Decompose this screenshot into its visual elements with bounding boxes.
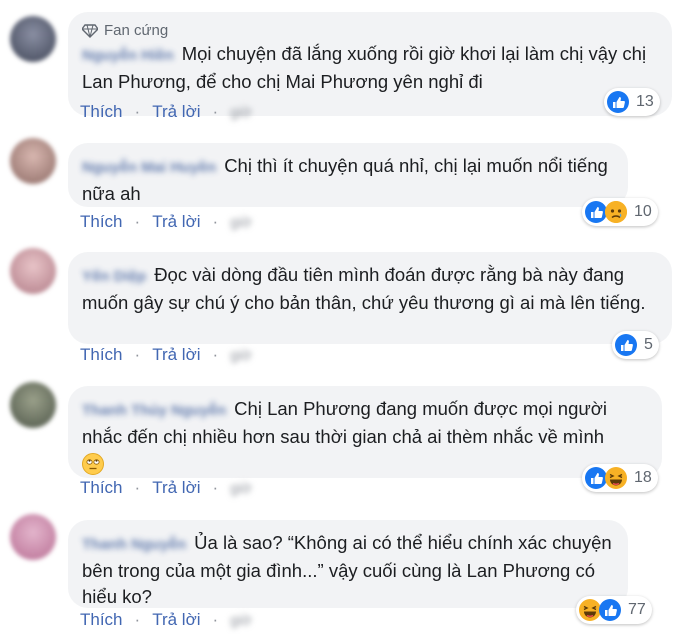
comment-time[interactable]: giờ <box>230 480 252 497</box>
comment-time[interactable]: giờ <box>230 104 252 121</box>
reply-link[interactable]: Trả lời <box>152 345 200 365</box>
like-icon <box>615 334 637 356</box>
comment-actions: Thích · Trả lời · giờ <box>80 478 252 498</box>
comment-bubble: Thanh Nguyễn Ủa là sao? “Không ai có thể … <box>68 520 628 608</box>
comment-actions: Thích · Trả lời · giờ <box>80 610 252 630</box>
like-icon <box>585 467 607 489</box>
comment-bubble: Fan cứng Nguyễn Hiền Mọi chuyện đã lắng x… <box>68 12 672 116</box>
reaction-count: 18 <box>634 469 652 486</box>
avatar[interactable] <box>10 248 56 294</box>
reply-link[interactable]: Trả lời <box>152 212 200 232</box>
reaction-summary[interactable]: 5 <box>612 331 659 359</box>
comment-time[interactable]: giờ <box>230 612 252 629</box>
separator-dot: · <box>212 102 219 121</box>
comment-actions: Thích · Trả lời · giờ <box>80 102 252 122</box>
comment-actions: Thích · Trả lời · giờ <box>80 212 252 232</box>
reply-link[interactable]: Trả lời <box>152 102 200 122</box>
avatar[interactable] <box>10 514 56 560</box>
like-icon <box>585 201 607 223</box>
sad-icon <box>605 201 627 223</box>
rolling-eyes-emoji <box>82 453 104 476</box>
like-link[interactable]: Thích <box>80 102 123 122</box>
like-icon <box>599 599 621 621</box>
reaction-count: 13 <box>636 93 654 110</box>
like-icon <box>607 91 629 113</box>
comment-text: Đọc vài dòng đầu tiên mình đoán được rằn… <box>82 264 646 313</box>
separator-dot: · <box>134 102 141 121</box>
like-link[interactable]: Thích <box>80 610 123 630</box>
separator-dot: · <box>212 610 219 629</box>
avatar[interactable] <box>10 16 56 62</box>
separator-dot: · <box>212 345 219 364</box>
haha-icon <box>605 467 627 489</box>
avatar[interactable] <box>10 138 56 184</box>
reaction-count: 77 <box>628 601 646 618</box>
comment-bubble: Nguyễn Mai Huyền Chị thì ít chuyện quá nh… <box>68 143 628 207</box>
commenter-name[interactable]: Yến Diệp <box>82 264 146 290</box>
reply-link[interactable]: Trả lời <box>152 478 200 498</box>
comment-bubble: Yến Diệp Đọc vài dòng đầu tiên mình đoán … <box>68 252 672 344</box>
separator-dot: · <box>134 478 141 497</box>
comment-time[interactable]: giờ <box>230 347 252 364</box>
reaction-summary[interactable]: 18 <box>582 464 658 492</box>
like-link[interactable]: Thích <box>80 345 123 365</box>
reaction-summary[interactable]: 13 <box>604 88 660 116</box>
like-link[interactable]: Thích <box>80 212 123 232</box>
commenter-name[interactable]: Nguyễn Mai Huyền <box>82 155 216 181</box>
commenter-name[interactable]: Nguyễn Hiền <box>82 43 174 69</box>
fan-badge: Fan cứng <box>82 22 658 39</box>
reaction-count: 10 <box>634 203 652 220</box>
avatar[interactable] <box>10 382 56 428</box>
separator-dot: · <box>134 212 141 231</box>
haha-icon <box>579 599 601 621</box>
commenter-name[interactable]: Thanh Thủy Nguyễn <box>82 398 226 424</box>
commenter-name[interactable]: Thanh Nguyễn <box>82 532 186 558</box>
diamond-icon <box>82 23 98 38</box>
separator-dot: · <box>212 478 219 497</box>
like-link[interactable]: Thích <box>80 478 123 498</box>
reaction-count: 5 <box>644 336 653 353</box>
separator-dot: · <box>212 212 219 231</box>
comment-actions: Thích · Trả lời · giờ <box>80 345 252 365</box>
reaction-summary[interactable]: 10 <box>582 198 658 226</box>
separator-dot: · <box>134 610 141 629</box>
fan-badge-label: Fan cứng <box>104 22 169 39</box>
comment-bubble: Thanh Thủy Nguyễn Chị Lan Phương đang muố… <box>68 386 662 478</box>
reply-link[interactable]: Trả lời <box>152 610 200 630</box>
comment-time[interactable]: giờ <box>230 214 252 231</box>
separator-dot: · <box>134 345 141 364</box>
reaction-summary[interactable]: 77 <box>576 596 652 624</box>
